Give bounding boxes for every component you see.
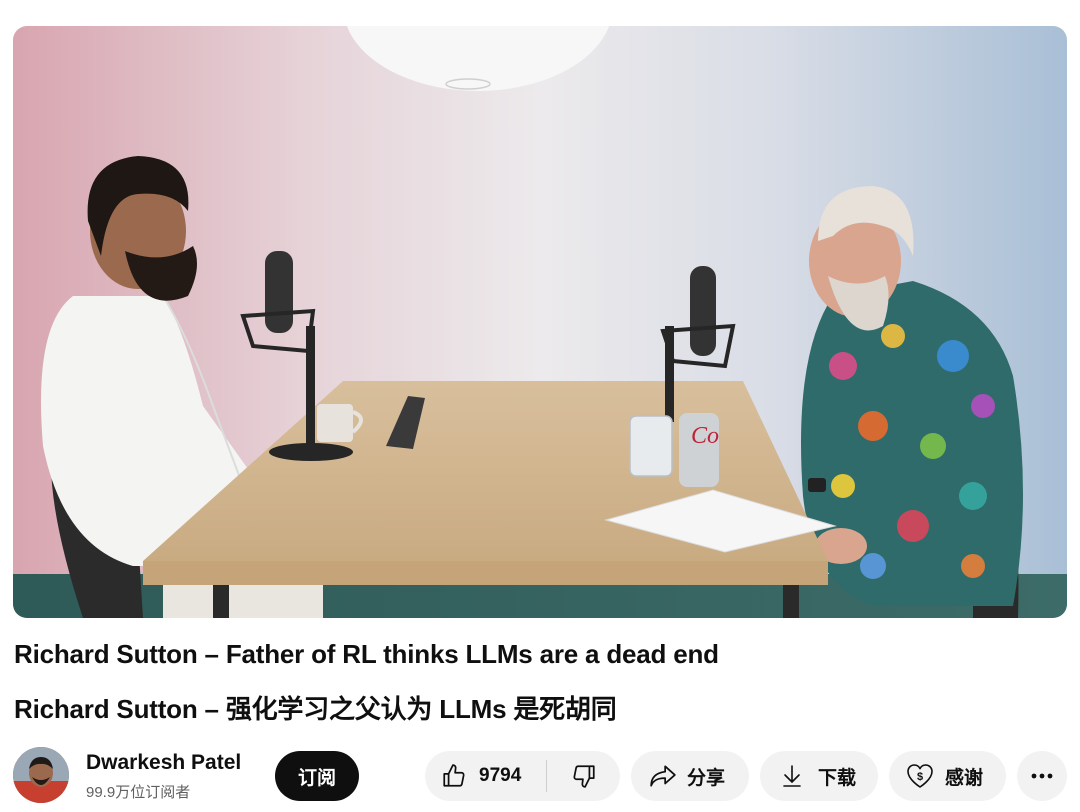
subscriber-count: 99.9万位订阅者 bbox=[86, 784, 191, 801]
video-title-chinese: Richard Sutton – 强化学习之父认为 LLMs 是死胡同 bbox=[14, 694, 617, 724]
download-label: 下载 bbox=[818, 767, 857, 789]
video-frame-illustration: Co bbox=[13, 26, 1067, 618]
like-button[interactable]: 9794 bbox=[425, 751, 546, 801]
thumbs-up-icon bbox=[443, 764, 465, 787]
download-icon bbox=[783, 765, 801, 787]
can-label: Co bbox=[691, 423, 719, 449]
share-icon bbox=[650, 765, 676, 787]
svg-text:$: $ bbox=[917, 771, 923, 783]
channel-avatar[interactable] bbox=[13, 747, 69, 803]
like-count: 9794 bbox=[479, 765, 522, 786]
video-title-english: Richard Sutton – Father of RL thinks LLM… bbox=[14, 639, 719, 669]
like-dislike-group: 9794 bbox=[425, 751, 620, 801]
thumbs-down-icon bbox=[572, 765, 595, 788]
thanks-label: 感谢 bbox=[945, 767, 984, 789]
share-label: 分享 bbox=[687, 767, 726, 789]
share-button[interactable]: 分享 bbox=[631, 751, 749, 801]
video-player[interactable]: Co bbox=[13, 26, 1067, 618]
more-actions-button[interactable] bbox=[1017, 751, 1067, 801]
dislike-button[interactable] bbox=[547, 751, 620, 801]
heart-dollar-icon: $ bbox=[907, 764, 933, 788]
download-button[interactable]: 下载 bbox=[760, 751, 878, 801]
subscribe-button[interactable]: 订阅 bbox=[275, 751, 359, 801]
ellipsis-icon bbox=[1031, 773, 1053, 779]
thanks-button[interactable]: $ 感谢 bbox=[889, 751, 1006, 801]
avatar-image bbox=[13, 747, 69, 803]
channel-name[interactable]: Dwarkesh Patel bbox=[86, 751, 241, 775]
